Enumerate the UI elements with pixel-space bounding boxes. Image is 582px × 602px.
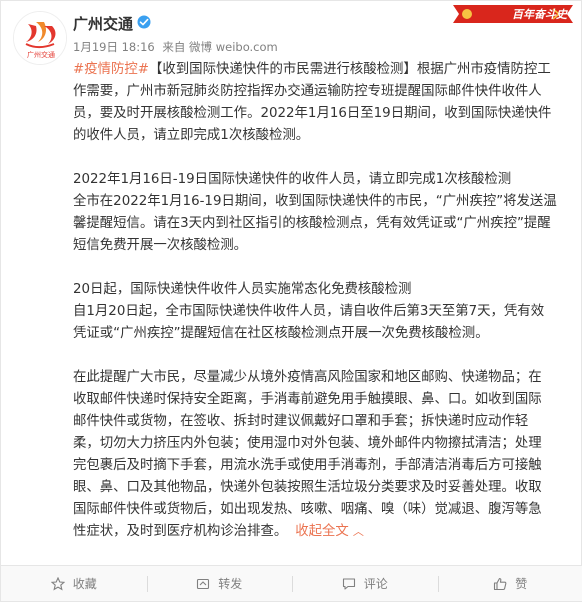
section-3-line: 柔，切勿大力挤压内外包装；使用湿巾对外包装、境外邮件内物擦拭清洁；处理 (73, 436, 542, 451)
section-3-line: 邮件快件或货物，在签收、拆封时建议佩戴好口罩和手套；拆快递时应动作轻 (73, 414, 529, 429)
intro-line: 作需要，广州市新冠肺炎防控指挥办交通运输防控专班提醒国际邮件快件收件人 (73, 84, 542, 99)
section-3: 在此提醒广大市民，尽量减少从境外疫情高风险国家和地区邮购、快递物品；在 收取邮件… (73, 367, 569, 543)
repost-icon (197, 578, 210, 589)
avatar[interactable]: 广州交通 (13, 11, 67, 65)
avatar-logo-icon: 广州交通 (14, 12, 66, 64)
post-content: #疫情防控#【收到国际快递快件的市民需进行核酸检测】根据广州市疫情防控工 作需要… (73, 59, 569, 565)
weibo-post-card: 广州交通 广州交通 1月19日 18:16 来自 微博 weibo.com 百年… (0, 0, 582, 602)
chevron-up-icon[interactable]: ︿ (353, 525, 364, 538)
repost-button[interactable]: 转发 (146, 566, 293, 601)
post-time[interactable]: 1月19日 18:16 (73, 40, 155, 54)
section-1-line: 2022年1月16日-19日国际快递快件的收件人员，请立即完成1次核酸检测 (73, 172, 512, 187)
section-1-line: 短信免费开展一次核酸检测。 (73, 238, 248, 253)
repost-label: 转发 (218, 577, 243, 591)
section-3-line: 在此提醒广大市民，尽量减少从境外疫情高风险国家和地区邮购、快递物品；在 (73, 370, 542, 385)
collapse-link[interactable]: 收起全文 (295, 524, 349, 539)
section-2-line: 凭证或“广州疾控”提醒短信在社区核酸检测点开展一次免费核酸检测。 (73, 326, 489, 341)
section-3-line: 国际邮件快件或货物后，如出现发热、咳嗽、咽痛、嗅（味）觉减退、腹泻等急 (73, 502, 542, 517)
hashtag-link[interactable]: #疫情防控# (73, 62, 149, 77)
intro-line-text: 【收到国际快递快件的市民需进行核酸检测】根据广州市疫情防控工 (149, 62, 551, 77)
section-1-line: 全市在2022年1月16-19日期间，收到国际快递快件的市民，“广州疾控”将发送… (73, 194, 557, 209)
section-1: 2022年1月16日-19日国际快递快件的收件人员，请立即完成1次核酸检测 全市… (73, 169, 569, 257)
section-3-line: 完包裹后及时摘下手套，用流水洗手或使用手消毒剂，手部清洁消毒后方可接触 (73, 458, 542, 473)
section-2-line: 20日起，国际快递快件收件人员实施常态化免费核酸检测 (73, 282, 412, 297)
section-3-line: 收取邮件快递时保持安全距离，手消毒前避免用手触摸眼、鼻、口。如收到国际 (73, 392, 542, 407)
section-2: 20日起，国际快递快件收件人员实施常态化免费核酸检测 自1月20日起，全市国际快… (73, 279, 569, 345)
star-icon (50, 576, 65, 591)
post-source[interactable]: 来自 微博 weibo.com (162, 40, 277, 54)
user-name[interactable]: 广州交通 (73, 13, 133, 34)
favorite-label: 收藏 (72, 577, 97, 591)
verified-icon (137, 15, 151, 29)
action-toolbar: 收藏 转发 评论 赞 (1, 565, 582, 601)
section-3-line-text: 性症状，及时到医疗机构诊治排查。 (73, 524, 288, 539)
section-3-last-line: 性症状，及时到医疗机构诊治排查。 收起全文 ︿ (73, 521, 569, 543)
favorite-button[interactable]: 收藏 (1, 566, 147, 601)
section-2-line: 自1月20日起，全市国际快递快件收件人员，请自收件后第3天至第7天，凭有效 (73, 304, 545, 319)
thumbs-up-icon (494, 577, 507, 590)
like-button[interactable]: 赞 (437, 566, 582, 601)
comment-label: 评论 (363, 577, 388, 591)
intro-line: 员，要及时开展核酸检测工作。2022年1月16日至19日期间，收到国际快递快件 (73, 106, 552, 121)
svg-text:广州交通: 广州交通 (27, 50, 55, 59)
like-label: 赞 (515, 577, 528, 591)
comment-icon (342, 577, 355, 590)
post-meta: 1月19日 18:16 来自 微博 weibo.com (73, 39, 282, 55)
comment-button[interactable]: 评论 (292, 566, 438, 601)
intro-paragraph: #疫情防控#【收到国际快递快件的市民需进行核酸检测】根据广州市疫情防控工 作需要… (73, 59, 569, 147)
section-3-line: 眼、鼻、口及其他物品，快递外包装按照生活垃圾分类要求及时妥善处理。收取 (73, 480, 542, 495)
section-1-line: 馨提醒短信。请在3天内到社区指引的核酸检测点，凭有效凭证或“广州疾控”提醒 (73, 216, 551, 231)
intro-line: #疫情防控#【收到国际快递快件的市民需进行核酸检测】根据广州市疫情防控工 (73, 59, 569, 81)
intro-line: 的收件人员，请立即完成1次核酸检测。 (73, 128, 310, 143)
banner-text: 百年奋斗史 (512, 8, 567, 21)
